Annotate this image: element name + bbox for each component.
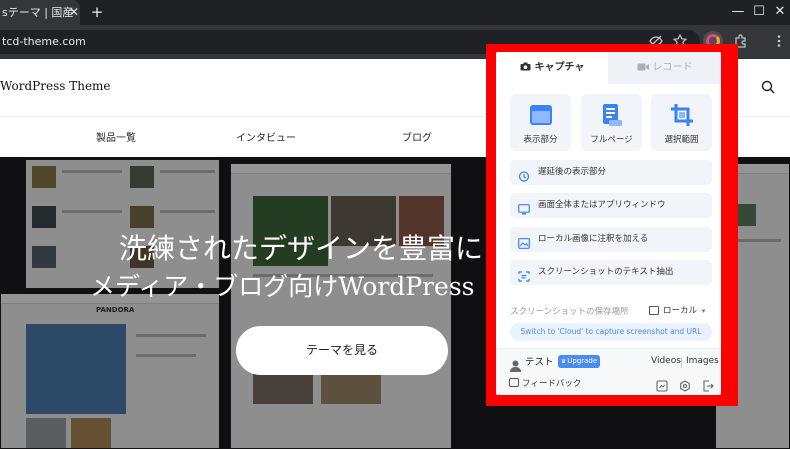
full-page-icon — [600, 103, 624, 127]
upgrade-label: Upgrade — [567, 357, 598, 365]
visible-part-button[interactable]: 表示部分 — [510, 94, 571, 151]
selected-area-button[interactable]: 選択範囲 — [651, 94, 712, 151]
save-location-value: ローカル — [663, 306, 698, 316]
monitor-icon — [518, 200, 530, 215]
screen-or-window-label: 画面全体またはアプリウィンドウ — [538, 200, 666, 210]
timer-icon — [518, 167, 530, 182]
chevron-down-icon: ▾ — [701, 307, 706, 315]
close-window-button[interactable]: ✕ — [772, 3, 788, 21]
hero-subheadline-ja: メディア・ブログ向け — [90, 272, 339, 301]
hero-subheadline: メディア・ブログ向けWordPress — [90, 267, 475, 303]
view-themes-button[interactable]: テーマを見る — [236, 326, 448, 375]
full-page-label: フルページ — [590, 135, 633, 145]
hero-headline: 洗練されたデザインを豊富に — [119, 232, 484, 265]
delayed-capture-label: 遅延後の表示部分 — [538, 167, 607, 177]
settings-gear-icon[interactable] — [679, 377, 691, 392]
capture-modes: 表示部分 フルページ 選択範囲 — [510, 94, 714, 152]
text-extract-icon — [518, 267, 530, 282]
images-link[interactable]: Images — [686, 356, 719, 366]
tab-capture-label: キャプチャ — [534, 62, 585, 73]
minimize-button[interactable]: — — [730, 3, 746, 21]
switch-to-cloud-button[interactable]: Switch to 'Cloud' to capture screenshot … — [510, 323, 712, 341]
save-location-select[interactable]: ローカル ▾ — [663, 304, 705, 316]
videos-link[interactable]: Videos — [651, 356, 681, 366]
screen-or-window-option[interactable]: 画面全体またはアプリウィンドウ — [510, 193, 712, 218]
crop-select-icon — [670, 103, 694, 127]
tab-close-icon[interactable]: ✕ — [67, 4, 81, 20]
tab-capture[interactable]: キャプチャ — [496, 52, 608, 84]
visible-part-label: 表示部分 — [523, 135, 558, 145]
menu-dots-icon[interactable] — [771, 33, 787, 49]
capture-popup: キャプチャ レコード 表示部分 フルページ 選択範囲 遅延後の表示部分 画面全体… — [496, 52, 721, 395]
tab-strip: sテーマ | 国産 ✕ + — ☐ ✕ — [0, 0, 790, 25]
user-avatar-icon[interactable] — [510, 357, 521, 372]
nav-item-interview[interactable]: インタビュー — [236, 129, 296, 144]
save-disk-icon — [649, 306, 659, 315]
crown-icon: ♛ — [560, 358, 567, 365]
hero-subheadline-en: WordPress — [338, 272, 475, 301]
nav-item-blog[interactable]: ブログ — [402, 129, 432, 144]
upgrade-button[interactable]: ♛Upgrade — [558, 355, 600, 368]
search-icon[interactable] — [760, 79, 776, 95]
user-name[interactable]: テスト — [525, 354, 554, 368]
annotate-local-image-option[interactable]: ローカル画像に注釈を加える — [510, 227, 712, 252]
site-logo[interactable]: WordPress Theme — [0, 79, 111, 93]
feedback-icon — [509, 378, 519, 387]
footer-divider — [681, 357, 682, 368]
tab-title: sテーマ | 国産 — [2, 6, 74, 19]
tab-record[interactable]: レコード — [608, 52, 721, 84]
new-tab-button[interactable]: + — [90, 3, 104, 21]
maximize-button[interactable]: ☐ — [751, 3, 767, 21]
delayed-capture-option[interactable]: 遅延後の表示部分 — [510, 160, 712, 185]
extract-text-label: スクリーンショットのテキスト抽出 — [538, 267, 674, 277]
nav-item-products[interactable]: 製品一覧 — [96, 129, 136, 144]
video-icon — [637, 63, 649, 71]
popup-footer: テスト ♛Upgrade Videos Images フィードバック — [496, 348, 721, 395]
camera-icon — [520, 62, 531, 71]
address-text: tcd-theme.com — [2, 35, 86, 48]
screen: sテーマ | 国産 ✕ + — ☐ ✕ tcd-theme.com WordPr… — [0, 0, 790, 449]
sign-out-icon[interactable] — [702, 377, 714, 392]
browser-window-icon — [529, 103, 553, 127]
feedback-link[interactable]: フィードバック — [522, 377, 581, 389]
annotate-local-image-label: ローカル画像に注釈を加える — [538, 234, 649, 244]
extract-text-option[interactable]: スクリーンショットのテキスト抽出 — [510, 260, 712, 285]
image-annotate-icon — [518, 234, 530, 249]
full-page-button[interactable]: フルページ — [581, 94, 642, 151]
selected-area-label: 選択範囲 — [664, 135, 699, 145]
tab-record-label: レコード — [652, 62, 693, 73]
open-file-icon[interactable] — [656, 377, 668, 392]
save-location-label: スクリーンショットの保存場所 — [510, 307, 629, 317]
